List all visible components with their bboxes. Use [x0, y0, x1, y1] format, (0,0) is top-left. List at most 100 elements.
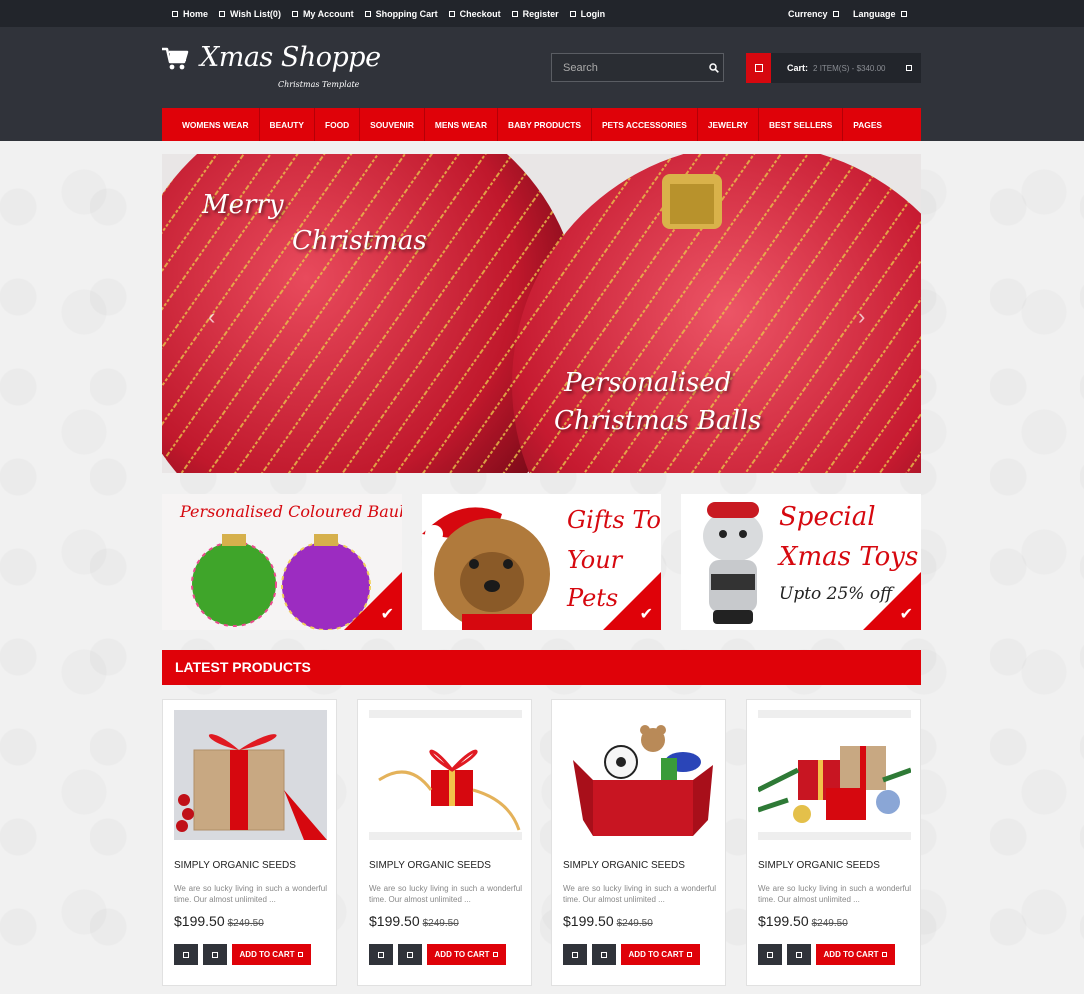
square-icon	[364, 10, 371, 17]
section-title: LATEST PRODUCTS	[175, 659, 311, 675]
search-input[interactable]	[552, 61, 705, 74]
compare-button[interactable]	[787, 944, 811, 965]
product-name[interactable]: SIMPLY ORGANIC SEEDS	[563, 860, 685, 871]
promo-line: Gifts To	[567, 506, 661, 534]
promo-line: Xmas Toys	[779, 542, 919, 572]
product-image[interactable]	[563, 710, 716, 840]
top-link-label: My Account	[302, 8, 354, 19]
product-name[interactable]: SIMPLY ORGANIC SEEDS	[369, 860, 491, 871]
top-bar: Home Wish List(0) My Account Shopping Ca…	[0, 0, 1084, 27]
product-image[interactable]	[369, 710, 522, 840]
price-current: $199.50	[174, 913, 225, 929]
promo-toys[interactable]: Special Xmas Toys Upto 25% off ✔	[681, 494, 921, 630]
price-current: $199.50	[369, 913, 420, 929]
top-link-wishlist[interactable]: Wish List(0)	[219, 9, 281, 19]
top-link-label: Home	[183, 8, 209, 19]
top-link-login[interactable]: Login	[569, 8, 606, 19]
logo-title: Xmas Shoppe	[200, 42, 381, 73]
product-price: $199.50 $249.50	[369, 913, 459, 929]
product-name[interactable]: SIMPLY ORGANIC SEEDS	[758, 860, 880, 871]
promo-line: Special	[779, 502, 876, 532]
top-link-label: Wish List(0)	[230, 8, 281, 19]
toy-box-image	[563, 710, 716, 840]
wishlist-button[interactable]	[174, 944, 198, 965]
cart-items-summary: 2 ITEM(S) - $340.00	[813, 63, 886, 73]
top-link-shopping-cart[interactable]: Shopping Cart	[364, 8, 438, 19]
top-link-label: Shopping Cart	[375, 8, 438, 19]
add-to-cart-button[interactable]: ADD TO CART	[427, 944, 506, 965]
product-image[interactable]	[174, 710, 327, 840]
add-to-cart-button[interactable]: ADD TO CART	[232, 944, 311, 965]
top-link-register[interactable]: Register	[511, 8, 559, 19]
cart-label: Cart:	[787, 63, 809, 73]
compare-icon	[212, 951, 218, 958]
cart-icon	[687, 952, 693, 957]
cart-summary[interactable]: Cart: 2 ITEM(S) - $340.00	[746, 53, 921, 83]
product-price: $199.50 $249.50	[563, 913, 653, 929]
product-image[interactable]	[758, 710, 911, 840]
nav-item-mens-wear[interactable]: MENS WEAR	[425, 108, 499, 141]
product-card: SIMPLY ORGANIC SEEDS We are so lucky liv…	[551, 699, 726, 986]
square-icon	[291, 10, 298, 17]
product-description: We are so lucky living in such a wonderf…	[758, 884, 911, 904]
currency-label: Currency	[788, 8, 828, 19]
add-to-cart-button[interactable]: ADD TO CART	[621, 944, 700, 965]
wishlist-button[interactable]	[758, 944, 782, 965]
compare-button[interactable]	[398, 944, 422, 965]
latest-products-header: LATEST PRODUCTS	[162, 650, 921, 685]
cart-icon	[493, 952, 499, 957]
price-old: $249.50	[227, 918, 264, 929]
nav-item-jewelry[interactable]: JEWELRY	[698, 108, 759, 141]
top-link-home[interactable]: Home	[172, 9, 208, 19]
check-icon: ✔	[899, 606, 913, 623]
promo-baubles[interactable]: Personalised Coloured Baubles ✔	[162, 494, 402, 630]
price-old: $249.50	[422, 918, 459, 929]
hero-banner[interactable]: Merry Christmas Personalised Christmas B…	[162, 154, 921, 473]
nav-item-souvenir[interactable]: SOUVENIR	[360, 108, 425, 141]
nav-item-food[interactable]: FOOD	[315, 108, 361, 141]
compare-button[interactable]	[203, 944, 227, 965]
heart-icon	[767, 951, 773, 958]
add-to-cart-label: ADD TO CART	[434, 950, 490, 959]
top-link-label: Checkout	[459, 8, 501, 19]
wishlist-button[interactable]	[563, 944, 587, 965]
nav-item-beauty[interactable]: BEAUTY	[260, 108, 315, 141]
language-label: Language	[853, 8, 896, 19]
nav-item-best-sellers[interactable]: BEST SELLERS	[759, 108, 844, 141]
square-icon	[569, 10, 576, 17]
search-box	[551, 53, 724, 82]
nav-item-baby-products[interactable]: BABY PRODUCTS	[498, 108, 592, 141]
gift-box-image	[369, 710, 522, 840]
top-link-my-account[interactable]: My Account	[291, 8, 354, 19]
currency-dropdown[interactable]: Currency	[788, 0, 839, 27]
chevron-left-icon[interactable]: ‹	[208, 304, 215, 330]
top-links: Home Wish List(0) My Account Shopping Ca…	[172, 0, 616, 27]
main-nav: WOMENS WEAR BEAUTY FOOD SOUVENIR MENS WE…	[162, 108, 921, 141]
promo-line: Your	[567, 546, 623, 574]
top-link-label: Register	[522, 8, 559, 19]
header: Xmas Shoppe Christmas Template Cart: 2 I…	[0, 27, 1084, 141]
logo-subtitle: Christmas Template	[278, 80, 360, 89]
product-name[interactable]: SIMPLY ORGANIC SEEDS	[174, 860, 296, 871]
add-to-cart-label: ADD TO CART	[823, 950, 879, 959]
product-description: We are so lucky living in such a wonderf…	[174, 884, 327, 904]
chevron-right-icon[interactable]: ›	[858, 304, 865, 330]
product-card: SIMPLY ORGANIC SEEDS We are so lucky liv…	[357, 699, 532, 986]
nav-item-pages[interactable]: PAGES	[843, 108, 892, 141]
square-icon	[754, 64, 763, 72]
nav-item-womens-wear[interactable]: WOMENS WEAR	[162, 108, 260, 141]
compare-button[interactable]	[592, 944, 616, 965]
gifts-pile-image	[758, 710, 911, 840]
heart-icon	[183, 951, 189, 958]
search-button[interactable]	[705, 54, 723, 81]
search-icon	[709, 62, 719, 73]
chevron-down-icon	[906, 65, 912, 71]
wishlist-button[interactable]	[369, 944, 393, 965]
nav-item-pets-accessories[interactable]: PETS ACCESSORIES	[592, 108, 698, 141]
promo-pets[interactable]: Gifts To Your Pets ✔	[422, 494, 661, 630]
language-dropdown[interactable]: Language	[853, 0, 907, 27]
add-to-cart-button[interactable]: ADD TO CART	[816, 944, 895, 965]
top-link-label: Login	[580, 8, 606, 19]
promo-title: Personalised Coloured Baubles	[180, 502, 402, 521]
top-link-checkout[interactable]: Checkout	[448, 8, 501, 19]
